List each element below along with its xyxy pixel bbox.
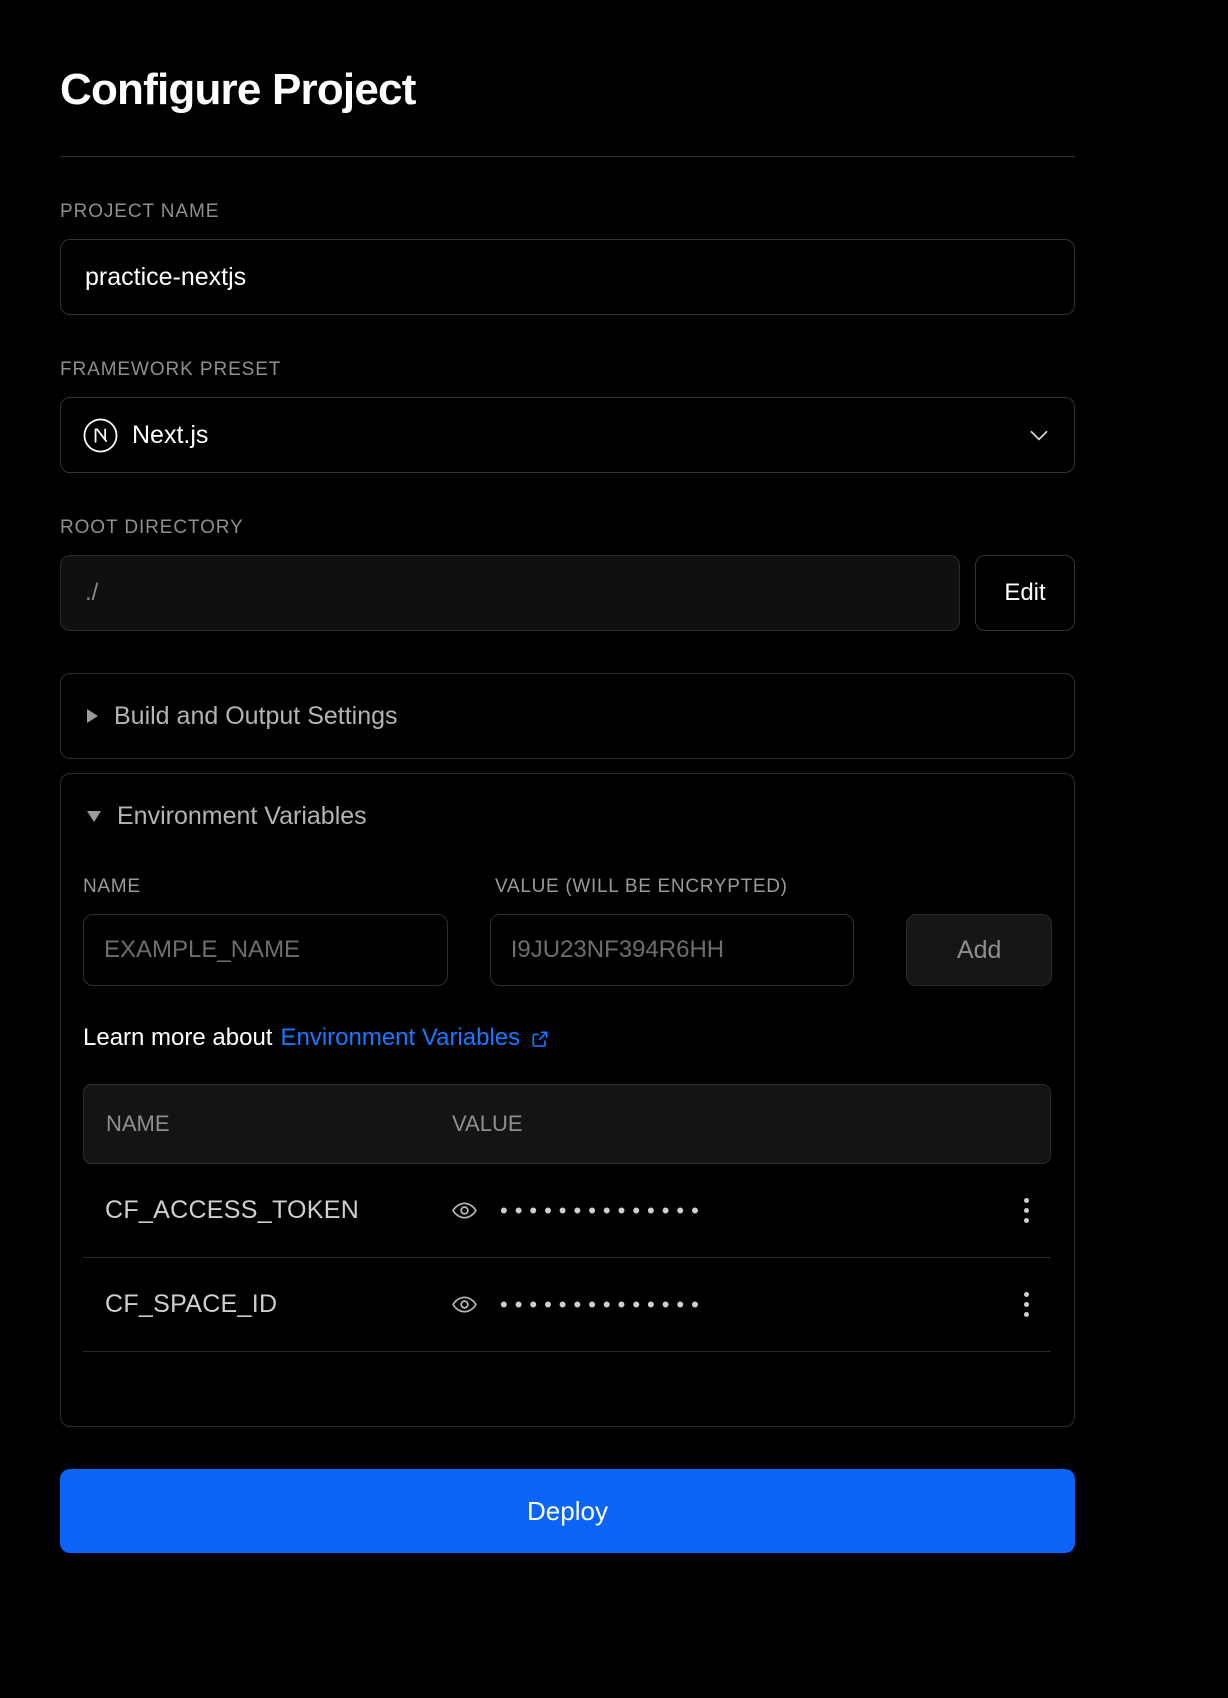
table-row: CF_ACCESS_TOKEN •••••••••••••• [83,1164,1051,1259]
env-value-placeholder: I9JU23NF394R6HH [510,936,725,964]
root-directory-label: ROOT DIRECTORY [60,517,244,539]
learn-more-row: Learn more about Environment Variables [83,1024,1052,1052]
environment-variables-title: Environment Variables [117,801,367,830]
env-name-placeholder: EXAMPLE_NAME [104,936,301,964]
environment-variables-panel: Environment Variables NAME VALUE (WILL B… [60,773,1075,1428]
table-header-row: NAME VALUE [83,1084,1051,1165]
configure-project-page: Configure Project PROJECT NAME practice-… [0,0,1228,1698]
learn-more-prefix: Learn more about [83,1024,273,1052]
table-row: CF_SPACE_ID •••••••••••••• [83,1258,1051,1353]
chevron-down-icon [1026,422,1052,448]
project-name-label: PROJECT NAME [60,201,220,223]
env-var-name: CF_ACCESS_TOKEN [105,1196,360,1225]
eye-icon[interactable] [451,1197,478,1224]
table-column-value: VALUE [452,1111,523,1137]
env-value-column-header-wrap: VALUE (WILL BE ENCRYPTED) [495,876,907,914]
env-name-column-header-wrap: NAME [83,876,495,914]
edit-root-directory-button[interactable]: Edit [975,555,1075,632]
env-value-column-header: VALUE (WILL BE ENCRYPTED) [495,876,788,898]
root-directory-row: ./ Edit [60,555,1168,632]
env-name-column-header: NAME [83,876,141,898]
title-divider [60,156,1075,158]
table-footer-spacer [83,1352,1051,1394]
environment-variables-body: NAME VALUE (WILL BE ENCRYPTED) EXAMPLE_N… [61,876,1074,1394]
framework-preset-selected: Next.js [83,418,208,453]
env-var-name: CF_SPACE_ID [105,1290,278,1319]
kebab-menu-icon[interactable] [1024,1198,1051,1224]
page-title: Configure Project [60,65,416,114]
env-var-value-cell: •••••••••••••• [451,1197,951,1224]
environment-variables-doc-link[interactable]: Environment Variables [280,1024,520,1052]
environment-variables-header[interactable]: Environment Variables [61,774,1074,858]
project-name-value: practice-nextjs [85,262,247,291]
build-output-settings-panel[interactable]: Build and Output Settings [60,673,1075,760]
root-directory-value: ./ [85,579,99,607]
kebab-menu-icon[interactable] [1024,1292,1051,1318]
build-output-settings-header[interactable]: Build and Output Settings [61,674,1074,758]
external-link-icon[interactable] [530,1028,550,1048]
nextjs-logo-icon [83,418,118,453]
framework-preset-value: Next.js [132,420,209,449]
env-form-headers: NAME VALUE (WILL BE ENCRYPTED) [83,876,1052,914]
framework-preset-label: FRAMEWORK PRESET [60,359,282,381]
env-value-input[interactable]: I9JU23NF394R6HH [489,914,855,987]
env-name-input[interactable]: EXAMPLE_NAME [83,914,448,987]
framework-preset-select[interactable]: Next.js [60,397,1075,474]
env-var-value-cell: •••••••••••••• [451,1291,951,1318]
triangle-down-icon [87,810,101,822]
env-var-masked-value: •••••••••••••• [500,1197,706,1223]
add-env-variable-button[interactable]: Add [906,914,1053,987]
env-var-masked-value: •••••••••••••• [500,1291,706,1317]
environment-variables-table: NAME VALUE CF_ACCESS_TOKEN •••••••••••••… [83,1084,1051,1394]
triangle-right-icon [87,709,98,724]
env-add-form: EXAMPLE_NAME I9JU23NF394R6HH Add [83,914,1053,987]
project-name-input[interactable]: practice-nextjs [60,239,1075,316]
table-column-name: NAME [106,1111,170,1137]
root-directory-input[interactable]: ./ [60,555,960,632]
build-output-settings-title: Build and Output Settings [114,701,398,730]
form-container: Configure Project PROJECT NAME practice-… [0,0,1228,1554]
eye-icon[interactable] [451,1291,478,1318]
deploy-button[interactable]: Deploy [60,1469,1075,1554]
